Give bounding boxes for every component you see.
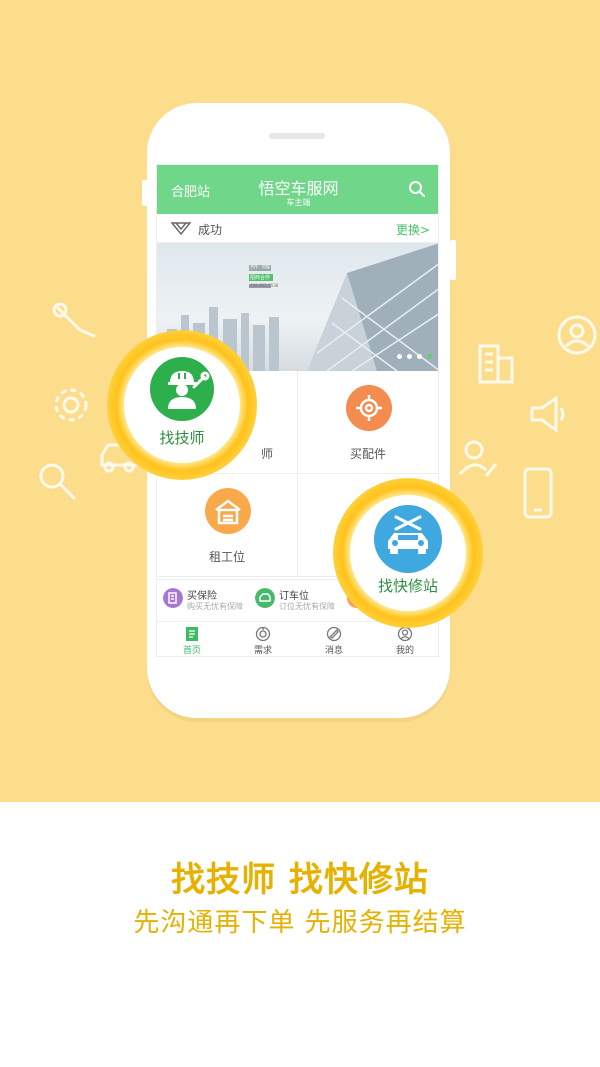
pagination-dot-active[interactable] [427, 354, 432, 359]
pagination-dot[interactable] [407, 354, 412, 359]
technician-callout-label: 找技师 [159, 429, 205, 447]
user-edit-icon [458, 440, 498, 477]
car-repair-icon [374, 505, 442, 573]
marketing-headline: 找技师 找快修站 [171, 860, 429, 900]
change-car-link[interactable]: 更换> [396, 221, 430, 238]
gear-icon [54, 388, 88, 422]
tab-home[interactable]: 首页 [157, 622, 227, 656]
service-parts[interactable]: 买配件 [298, 371, 438, 474]
tab-profile-label: 我的 [395, 646, 414, 656]
technician-callout[interactable]: 找技师 [107, 330, 257, 480]
car-brand-logo-icon [171, 222, 191, 235]
hero-background: 合肥站 悟空车服网 车主端 成功 更换> 合作 · 加盟 招商合作 400-86… [0, 0, 600, 802]
promo-parking-title: 订车位 [279, 591, 309, 602]
banner-pagination [397, 354, 432, 359]
phone-side-button [450, 240, 456, 280]
repair-station-callout-label: 找快修站 [377, 577, 438, 595]
promo-insurance-subtitle: 购买无忧有保障 [187, 602, 243, 611]
tab-home-label: 首页 [182, 646, 201, 656]
building-icon [478, 344, 514, 384]
parking-icon [255, 588, 275, 608]
app-header: 合肥站 悟空车服网 车主端 [157, 165, 438, 214]
marketing-subline: 先沟通再下单 先服务再结算 [133, 908, 467, 938]
promo-parking-subtitle: 订位无忧有保障 [279, 602, 335, 611]
phone-speaker [269, 133, 325, 139]
banner-phone: 400-865-5538 [250, 283, 279, 288]
service-rent-bay-label: 租工位 [208, 550, 245, 564]
profile-icon [397, 626, 413, 642]
message-icon [326, 626, 342, 642]
tab-messages-label: 消息 [324, 646, 343, 656]
search-icon[interactable] [408, 180, 426, 198]
app-title: 悟空车服网 [258, 179, 339, 198]
technician-callout-inner: 找技师 [124, 347, 240, 463]
demand-icon [255, 626, 271, 642]
car-selector-row: 成功 更换> [157, 214, 438, 243]
search-icon [39, 463, 76, 500]
tab-demand[interactable]: 需求 [228, 622, 298, 656]
service-rent-bay[interactable]: 租工位 [157, 474, 298, 577]
mobile-phone-icon [523, 467, 553, 519]
promo-parking[interactable]: 订车位 订位无忧有保障 [253, 586, 345, 618]
pagination-dot[interactable] [417, 354, 422, 359]
promo-insurance-title: 买保险 [187, 591, 217, 602]
gear-wrench-icon [346, 385, 392, 431]
insurance-icon [163, 588, 183, 608]
banner-tag: 招商合作 [250, 275, 271, 281]
service-parts-label: 买配件 [349, 447, 386, 461]
garage-icon [205, 488, 251, 534]
pagination-dot[interactable] [397, 354, 402, 359]
tab-messages[interactable]: 消息 [299, 622, 369, 656]
app-subtitle: 车主端 [286, 198, 311, 207]
banner-small-text: 合作 · 加盟 [250, 264, 270, 269]
tab-demand-label: 需求 [253, 646, 272, 656]
technician-icon [150, 357, 214, 421]
megaphone-icon [530, 395, 565, 433]
home-icon [186, 627, 198, 641]
repair-station-callout[interactable]: 找快修站 [333, 478, 483, 628]
wrench-icon [52, 302, 96, 338]
promo-insurance[interactable]: 买保险 购买无忧有保障 [161, 586, 253, 618]
car-name: 成功 [198, 223, 223, 237]
repair-station-callout-inner: 找快修站 [350, 495, 466, 611]
phone-side-button [142, 180, 148, 206]
support-agent-icon [557, 315, 597, 355]
